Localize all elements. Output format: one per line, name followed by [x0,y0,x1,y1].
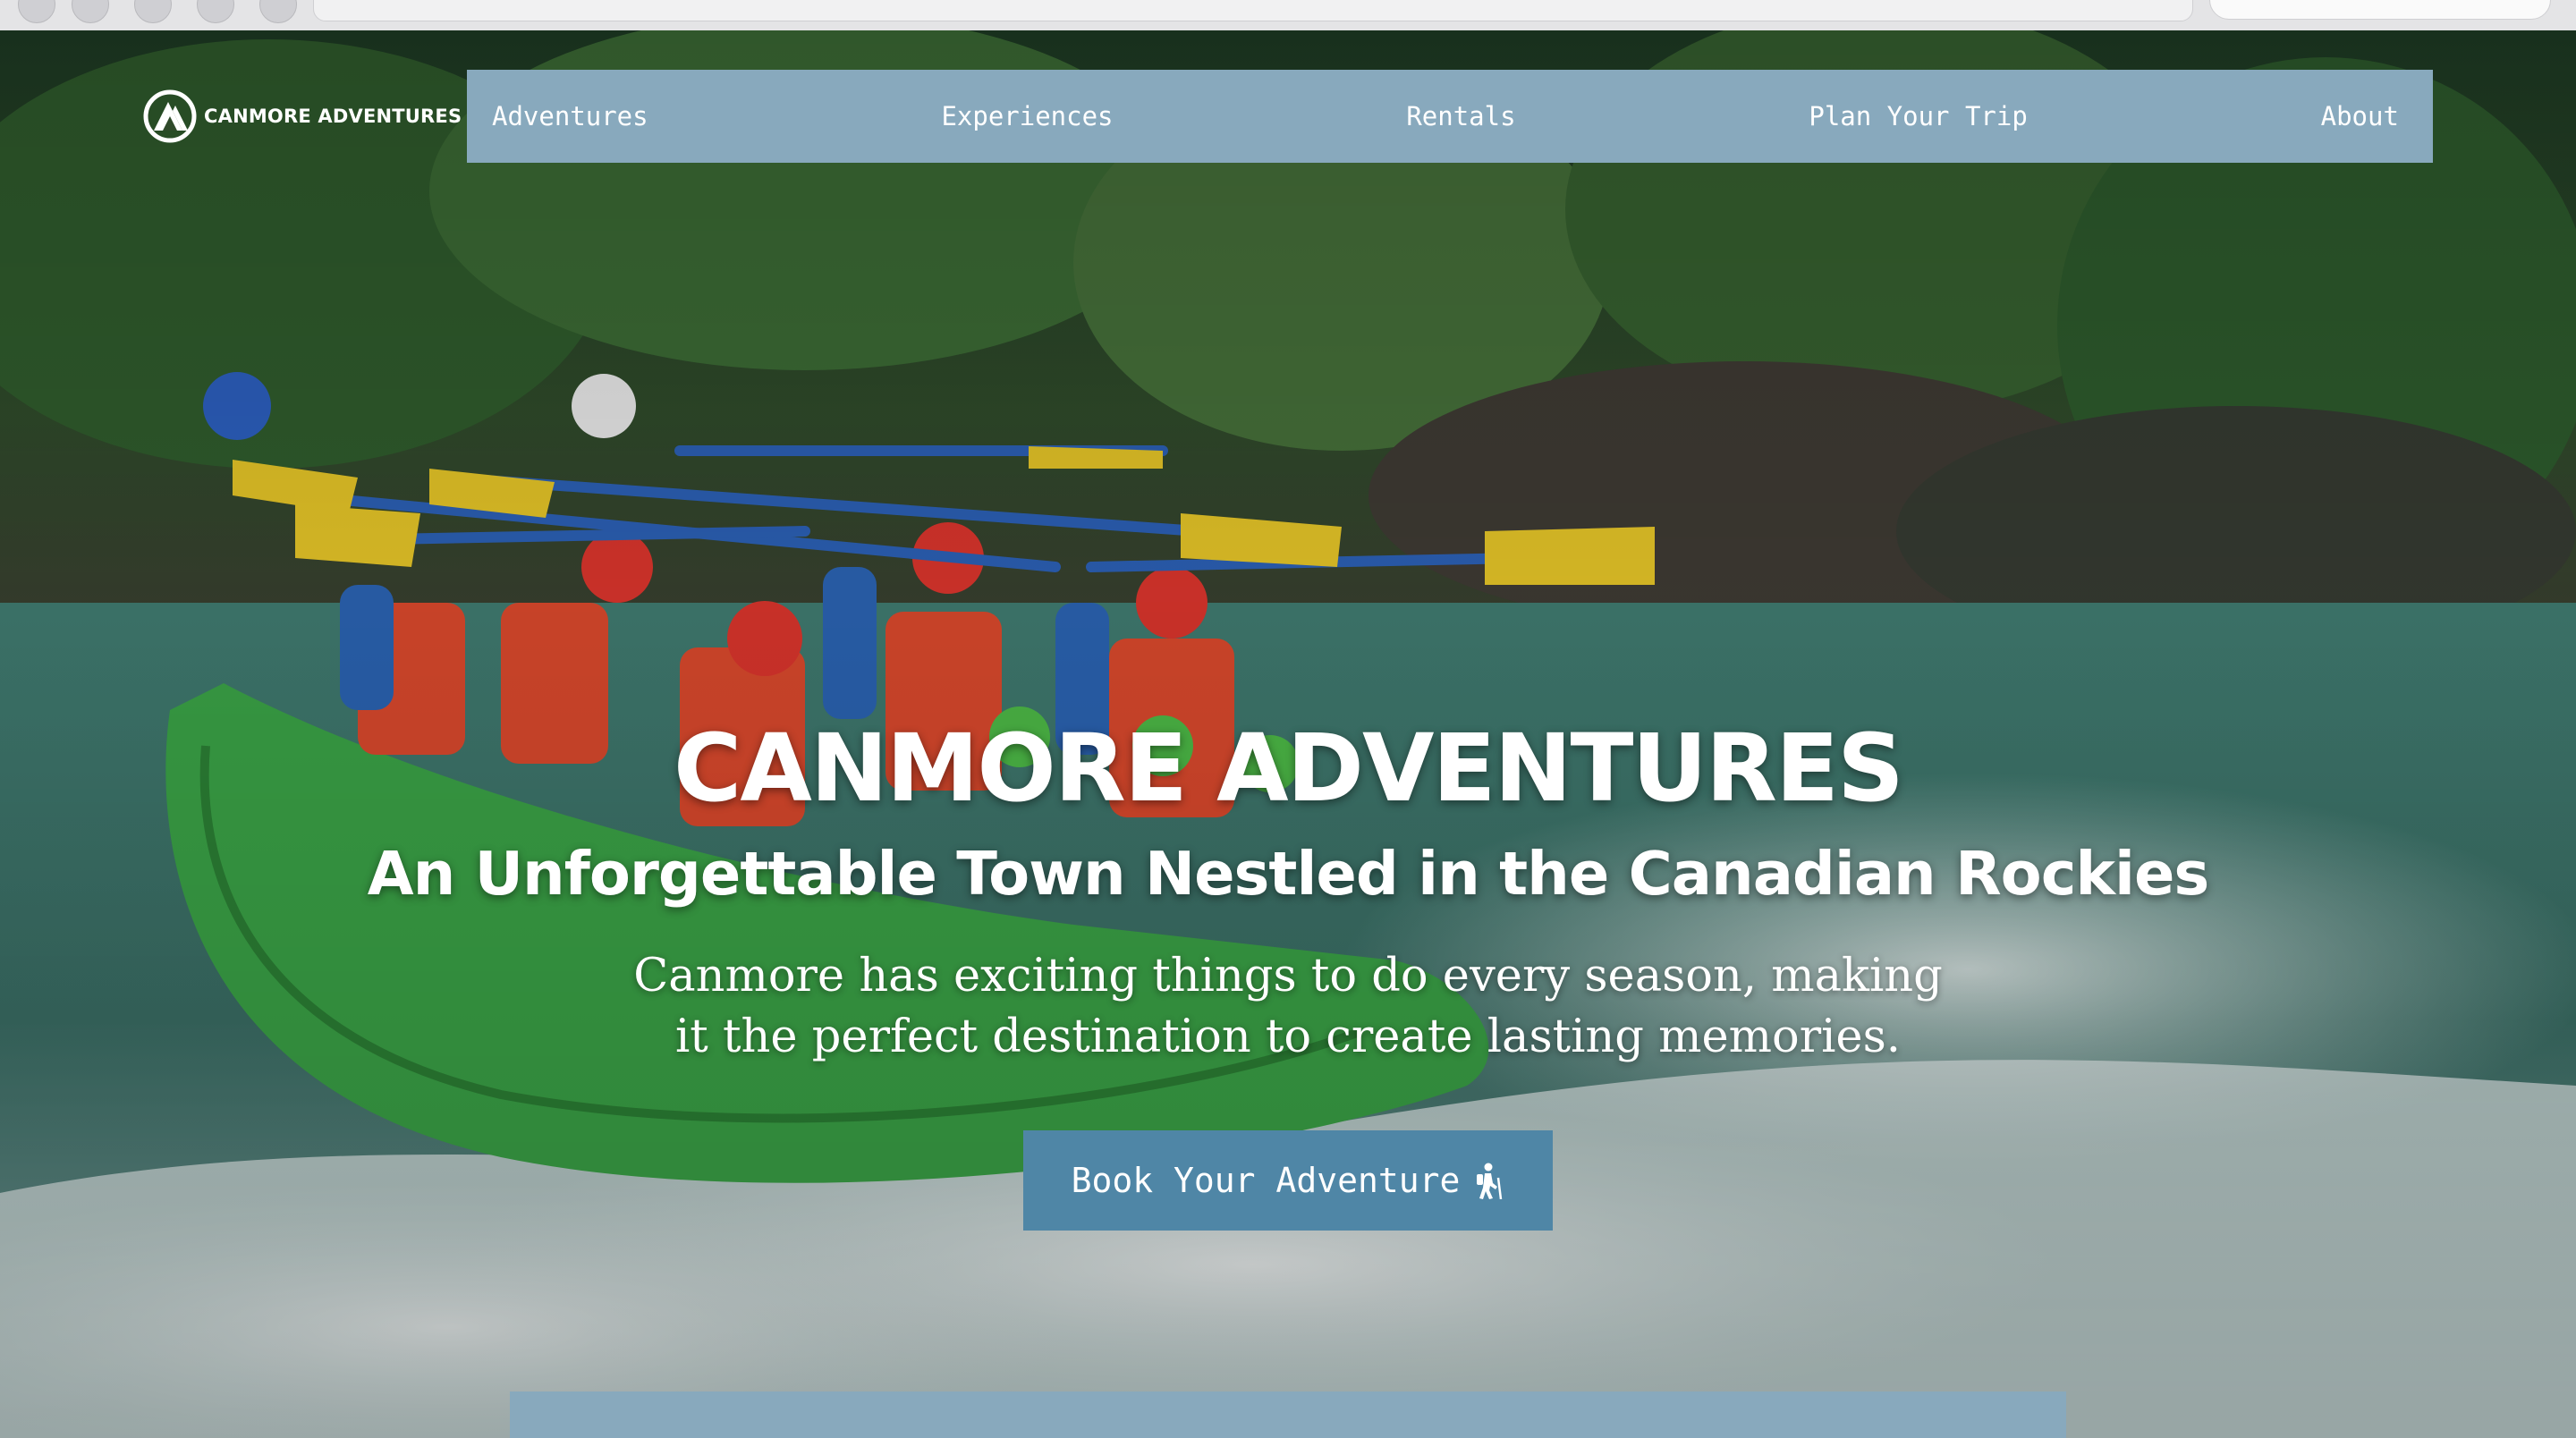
browser-tab-strip[interactable] [313,0,2193,21]
nav-item-rentals[interactable]: Rentals [1406,101,1515,131]
nav-item-adventures[interactable]: Adventures [492,101,648,131]
browser-control-icon[interactable] [72,0,109,23]
main-nav: Adventures Experiences Rentals Plan Your… [467,70,2433,163]
book-adventure-label: Book Your Adventure [1071,1161,1461,1200]
browser-control-icon[interactable] [259,0,297,23]
browser-control-icon[interactable] [134,0,172,23]
browser-chrome [0,0,2576,31]
next-section-band [510,1391,2066,1438]
nav-item-plan-your-trip[interactable]: Plan Your Trip [1809,101,2027,131]
nav-item-about[interactable]: About [2321,101,2399,131]
browser-address-bar[interactable] [2209,0,2551,20]
hero-title: CANMORE ADVENTURES [674,714,1904,823]
mountain-circle-logo-icon [143,89,197,143]
brand-logo[interactable]: CANMORE ADVENTURES [143,89,462,143]
browser-control-icon[interactable] [197,0,234,23]
hero-lead: Canmore has exciting things to do every … [633,950,1943,1063]
nav-item-experiences[interactable]: Experiences [941,101,1113,131]
hiker-icon [1477,1163,1503,1199]
book-adventure-button[interactable]: Book Your Adventure [1023,1130,1553,1231]
browser-control-icon[interactable] [18,0,55,23]
hero-subtitle: An Unforgettable Town Nestled in the Can… [367,839,2210,909]
logo-text: CANMORE ADVENTURES [204,106,462,127]
